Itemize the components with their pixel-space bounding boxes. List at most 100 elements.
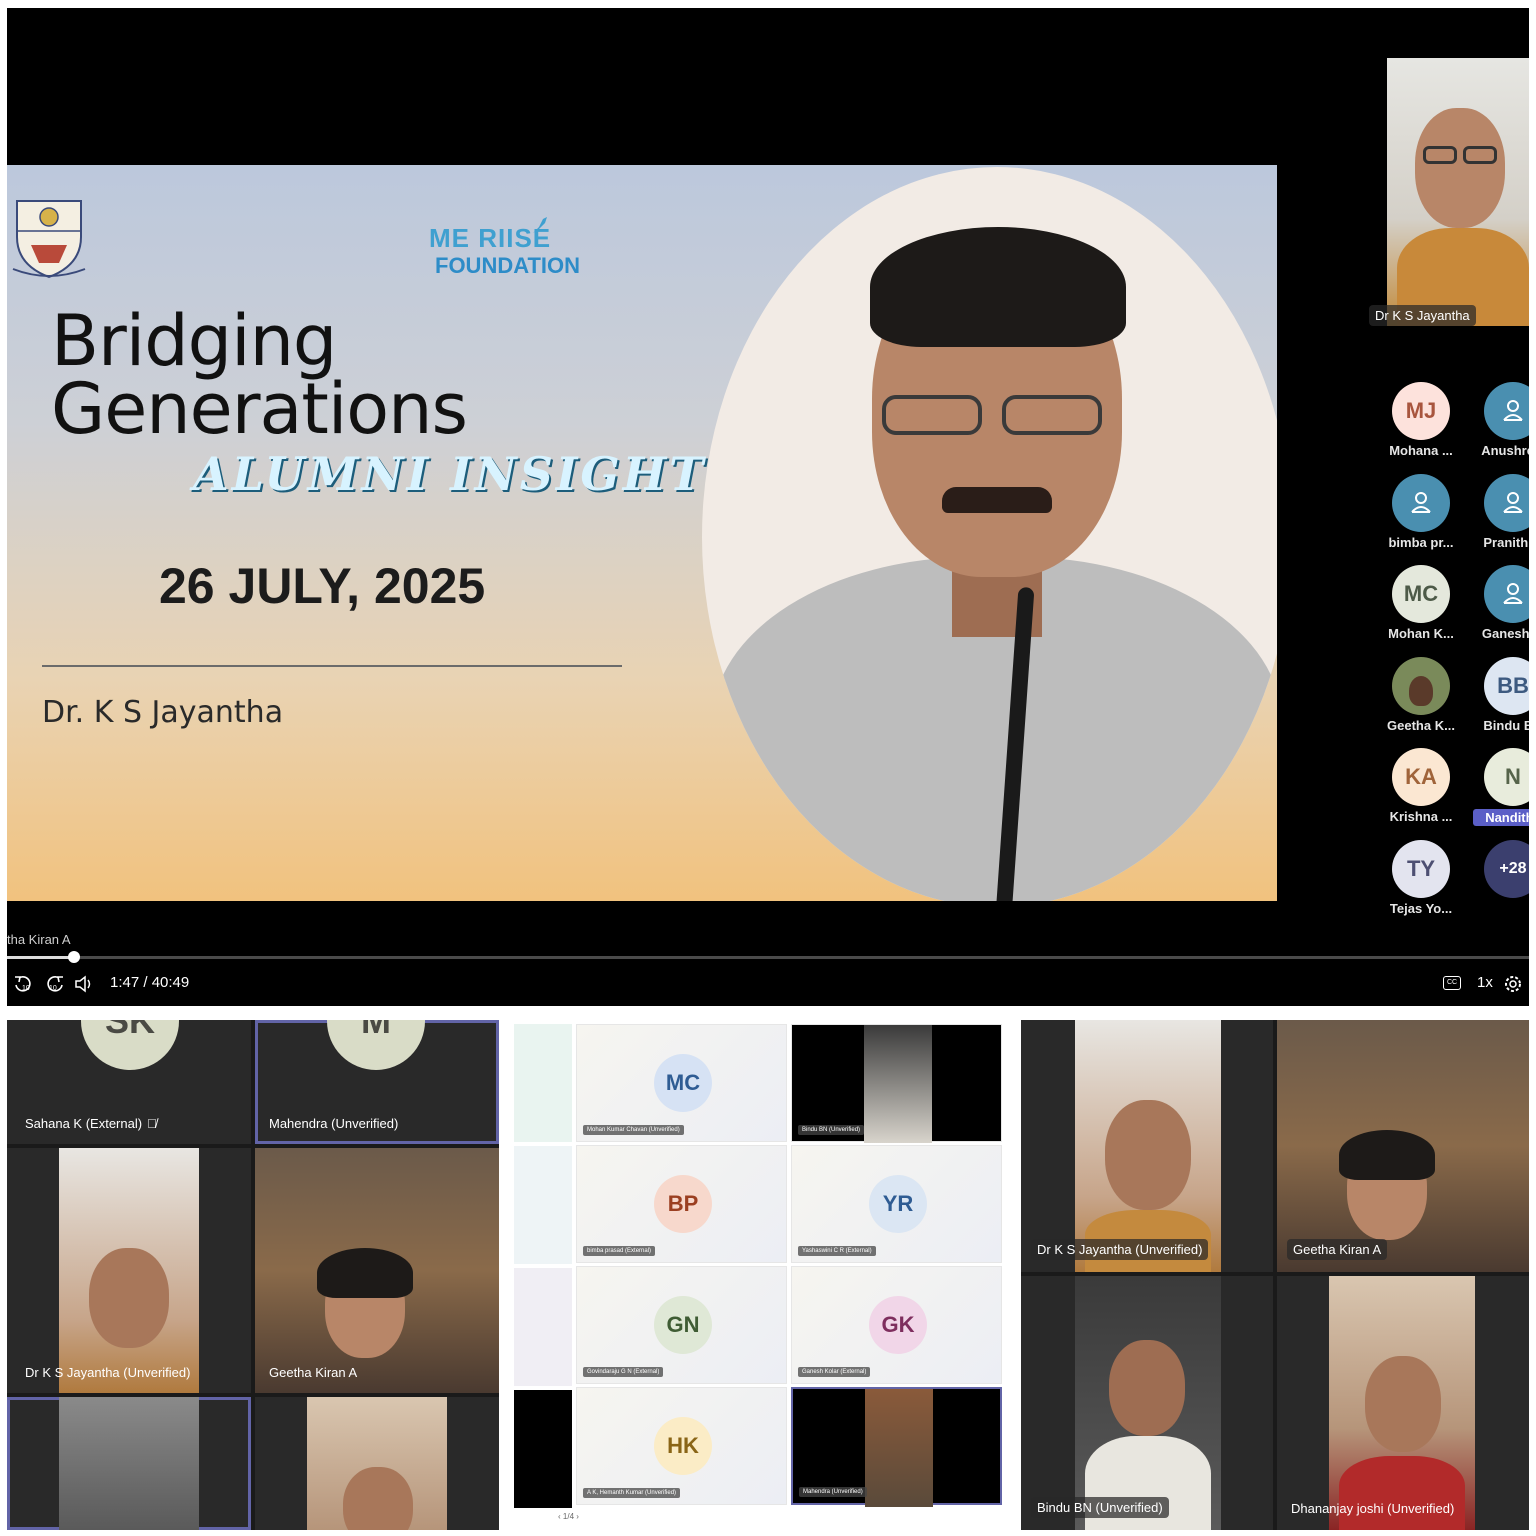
participant-name: Mahendra (Unverified) bbox=[799, 1487, 867, 1497]
participant-card[interactable]: MJ Mohana ... bbox=[1381, 382, 1461, 458]
slide-speaker-name: Dr. K S Jayantha bbox=[42, 695, 284, 730]
participant-tile[interactable]: Mahendra (Unverified) bbox=[791, 1387, 1002, 1507]
participant-name: Mohan K... bbox=[1388, 626, 1454, 641]
participant-name: Yashaswini C R (External) bbox=[798, 1246, 876, 1256]
participant-tile[interactable]: GK Ganesh Kolar (External) bbox=[791, 1266, 1002, 1384]
speaker-portrait bbox=[702, 167, 1277, 901]
participant-avatar: GN bbox=[654, 1296, 712, 1354]
speaker-self-view[interactable] bbox=[1387, 58, 1529, 326]
person-icon bbox=[1484, 382, 1529, 440]
logo-line2: FOUNDATION bbox=[435, 253, 581, 278]
participant-name: bimba pr... bbox=[1388, 534, 1454, 550]
video-player[interactable]: ME RIISE FOUNDATION Bridging Generations… bbox=[7, 8, 1529, 1006]
participant-tile[interactable]: YR Yashaswini C R (External) bbox=[791, 1145, 1002, 1263]
meeting-screenshot-2: MC Mohan Kumar Chavan (Unverified) Bindu B… bbox=[514, 1020, 1006, 1530]
more-participants-badge: +28 bbox=[1484, 839, 1529, 898]
captions-icon[interactable]: CC bbox=[1443, 976, 1461, 990]
skip-forward-icon[interactable]: 10 bbox=[43, 974, 65, 994]
participant-avatar: M bbox=[327, 1020, 425, 1070]
participant-avatar: KA bbox=[1392, 748, 1450, 806]
speaker-caption: tha Kiran A bbox=[7, 932, 71, 947]
participant-name: Mahendra (Unverified) bbox=[269, 1116, 399, 1131]
playback-speed[interactable]: 1x bbox=[1477, 974, 1493, 991]
slide-title-line1: Bridging bbox=[51, 300, 337, 382]
volume-icon[interactable] bbox=[73, 974, 95, 994]
participant-card[interactable]: N Nanditha bbox=[1473, 748, 1529, 826]
participant-card[interactable]: +28 bbox=[1473, 839, 1529, 901]
participant-tile[interactable] bbox=[7, 1397, 251, 1530]
participant-name: bimba prasad (External) bbox=[583, 1246, 656, 1256]
settings-gear-icon[interactable] bbox=[1503, 974, 1523, 994]
participant-avatar: YR bbox=[869, 1175, 927, 1233]
participant-card[interactable]: Pranith ... bbox=[1473, 473, 1529, 550]
participant-tile[interactable]: Geetha Kiran A bbox=[255, 1148, 499, 1393]
time-display: 1:47 / 40:49 bbox=[110, 974, 190, 991]
slide-subtitle: ALUMNI INSIGHTS bbox=[193, 447, 743, 501]
participant-tile[interactable]: Bindu BN (Unverified) bbox=[1021, 1276, 1273, 1530]
college-crest-logo bbox=[12, 200, 86, 279]
partial-tile bbox=[514, 1024, 572, 1142]
participant-tile[interactable]: MC Mohan Kumar Chavan (Unverified) bbox=[576, 1024, 787, 1142]
participant-video bbox=[865, 1389, 933, 1507]
participant-video bbox=[864, 1025, 932, 1143]
participant-avatar: GK bbox=[869, 1296, 927, 1354]
participant-video bbox=[1329, 1276, 1475, 1530]
participant-card[interactable]: Geetha K... bbox=[1381, 656, 1461, 733]
partial-tile bbox=[514, 1268, 572, 1386]
pager-label: 1/4 bbox=[562, 1512, 575, 1521]
participant-name: Geetha Kiran A bbox=[1287, 1239, 1388, 1260]
participant-avatar: MC bbox=[654, 1054, 712, 1112]
participant-tile[interactable]: Dr K S Jayantha (Unverified) bbox=[1021, 1020, 1273, 1272]
participant-card[interactable]: Ganesh ... bbox=[1473, 565, 1529, 641]
participant-name: Bindu BN bbox=[1483, 717, 1529, 733]
slide-title-line2: Generations bbox=[51, 368, 468, 450]
skip-back-icon[interactable]: 10 bbox=[13, 974, 35, 994]
participant-name: Dr K S Jayantha (Unverified) bbox=[1031, 1239, 1209, 1260]
participant-name: Ganesh ... bbox=[1481, 626, 1529, 641]
svg-text:10: 10 bbox=[49, 985, 57, 992]
participant-name: Mohana ... bbox=[1389, 443, 1453, 458]
participant-tile[interactable]: Bindu BN (Unverified) bbox=[791, 1024, 1002, 1143]
participant-tile[interactable]: M Mahendra (Unverified) bbox=[255, 1020, 499, 1144]
participant-video bbox=[59, 1397, 199, 1530]
person-icon bbox=[1484, 565, 1529, 623]
progress-bar[interactable] bbox=[7, 951, 1529, 963]
rocket-icon bbox=[533, 217, 547, 233]
participant-card[interactable]: BB Bindu BN bbox=[1473, 656, 1529, 733]
person-icon bbox=[1392, 473, 1450, 532]
participant-tile[interactable]: HK A K, Hemanth Kumar (Unverified) bbox=[576, 1387, 787, 1505]
participant-tile[interactable] bbox=[255, 1397, 499, 1530]
participant-tile[interactable]: Geetha Kiran A bbox=[1277, 1020, 1529, 1272]
participant-name: Geetha K... bbox=[1387, 717, 1455, 733]
participant-name: Bindu BN (Unverified) bbox=[798, 1125, 865, 1135]
pager[interactable]: ‹ 1/4 › bbox=[558, 1512, 579, 1521]
participant-card[interactable]: bimba pr... bbox=[1381, 473, 1461, 550]
participant-avatar: BB bbox=[1484, 656, 1529, 715]
slide-date: 26 JULY, 2025 bbox=[159, 558, 486, 614]
foundation-logo: ME RIISE FOUNDATION bbox=[429, 217, 599, 281]
participant-name: Sahana K (External) bbox=[25, 1116, 143, 1131]
participant-name: Anushre... bbox=[1481, 443, 1529, 458]
participant-tile[interactable]: BP bimba prasad (External) bbox=[576, 1145, 787, 1263]
svg-text:10: 10 bbox=[22, 985, 30, 992]
participant-card[interactable]: MC Mohan K... bbox=[1381, 565, 1461, 641]
participant-video bbox=[255, 1148, 499, 1393]
participant-tile[interactable]: Dr K S Jayantha (Unverified) bbox=[7, 1148, 251, 1393]
participant-card[interactable]: Anushre... bbox=[1473, 382, 1529, 458]
participant-name: Ganesh Kolar (External) bbox=[798, 1367, 871, 1377]
participant-video bbox=[59, 1148, 199, 1393]
participant-tile[interactable]: GN Govindaraju G N (External) bbox=[576, 1266, 787, 1384]
progress-knob[interactable] bbox=[67, 951, 80, 963]
participant-tile[interactable]: Dhananjay joshi (Unverified) bbox=[1277, 1276, 1529, 1530]
participant-card[interactable]: KA Krishna ... bbox=[1381, 748, 1461, 824]
participant-card[interactable]: TY Tejas Yo... bbox=[1381, 839, 1461, 916]
participant-video bbox=[1075, 1276, 1221, 1530]
presentation-slide: ME RIISE FOUNDATION Bridging Generations… bbox=[7, 165, 1277, 901]
participant-name: Geetha Kiran A bbox=[269, 1365, 358, 1380]
participant-name: Bindu BN (Unverified) bbox=[1031, 1497, 1169, 1518]
pager-next-icon[interactable]: › bbox=[574, 1512, 579, 1521]
participant-tile[interactable]: SK Sahana K (External) 🎙̸ bbox=[7, 1020, 251, 1144]
participant-name: Nanditha bbox=[1473, 809, 1529, 826]
participant-name: Dr K S Jayantha (Unverified) bbox=[25, 1365, 191, 1380]
self-view-name-tag: Dr K S Jayantha bbox=[1369, 305, 1476, 326]
